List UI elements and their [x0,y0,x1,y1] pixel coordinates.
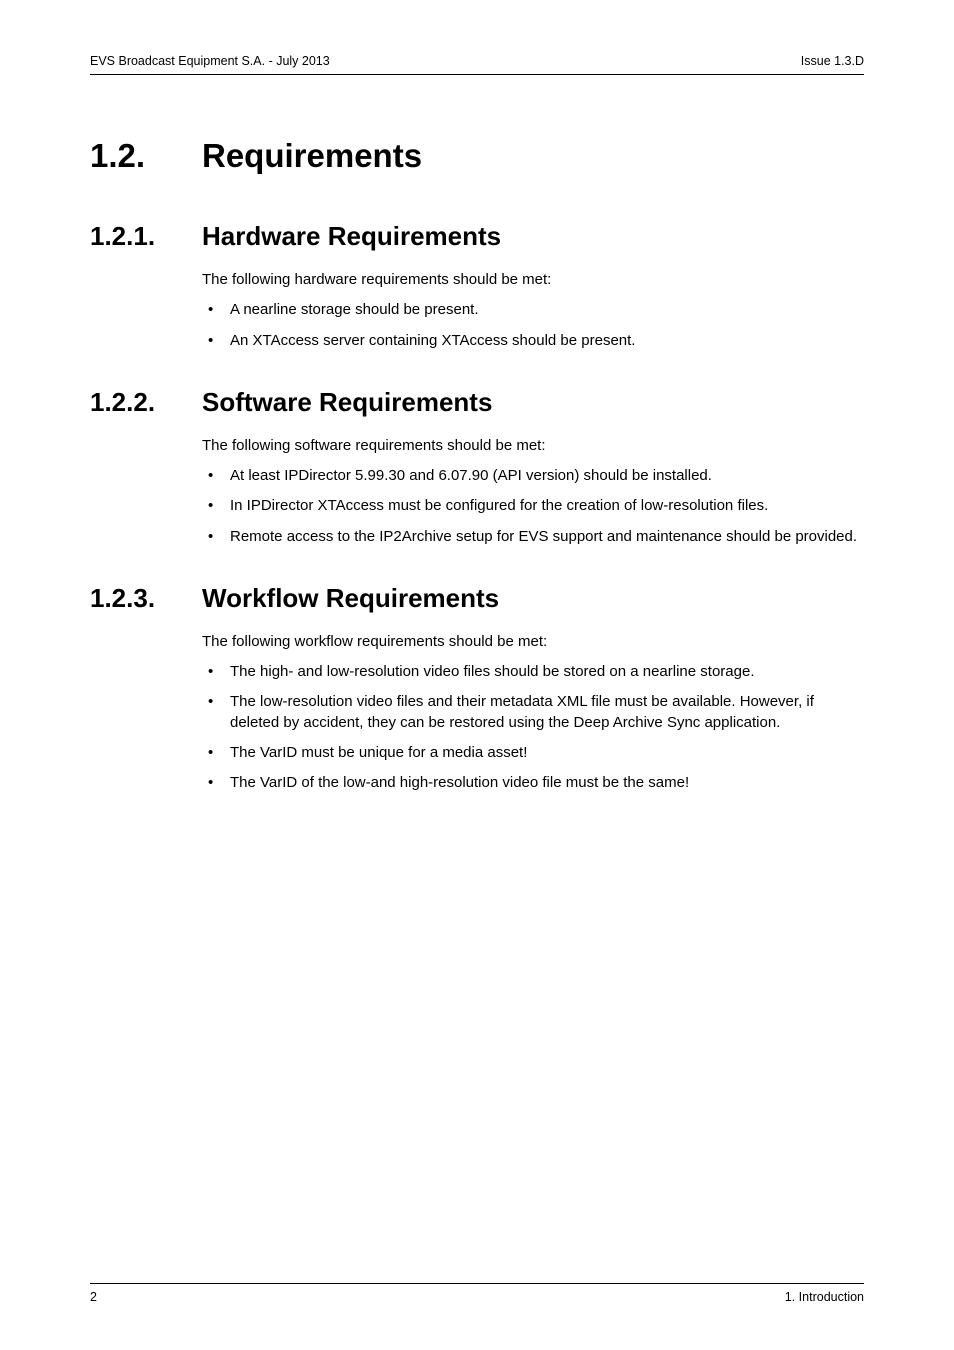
list-item: The VarID must be unique for a media ass… [202,743,864,763]
subsection-title: Hardware Requirements [202,221,501,252]
list-item: Remote access to the IP2Archive setup fo… [202,527,864,547]
bullet-list: At least IPDirector 5.99.30 and 6.07.90 … [202,466,864,547]
list-item: The high- and low-resolution video files… [202,662,864,682]
page-header: EVS Broadcast Equipment S.A. - July 2013… [90,54,864,75]
list-item: A nearline storage should be present. [202,300,864,320]
intro-text: The following software requirements shou… [202,436,864,456]
subsection-number: 1.2.2. [90,387,202,418]
subsection-heading: 1.2.2. Software Requirements [90,387,864,418]
footer-chapter: 1. Introduction [785,1290,864,1304]
subsection-body: The following hardware requirements shou… [202,270,864,351]
subsection-number: 1.2.3. [90,583,202,614]
page: EVS Broadcast Equipment S.A. - July 2013… [0,0,954,1350]
header-right: Issue 1.3.D [801,54,864,68]
section-title: Requirements [202,137,422,175]
subsection-number: 1.2.1. [90,221,202,252]
header-left: EVS Broadcast Equipment S.A. - July 2013 [90,54,330,68]
subsection-title: Software Requirements [202,387,492,418]
subsection-title: Workflow Requirements [202,583,499,614]
footer-page-number: 2 [90,1290,97,1304]
list-item: In IPDirector XTAccess must be configure… [202,496,864,516]
section-number: 1.2. [90,137,202,175]
subsection-body: The following workflow requirements shou… [202,632,864,794]
section-heading: 1.2. Requirements [90,137,864,175]
list-item: An XTAccess server containing XTAccess s… [202,331,864,351]
intro-text: The following hardware requirements shou… [202,270,864,290]
page-footer: 2 1. Introduction [90,1283,864,1304]
list-item: At least IPDirector 5.99.30 and 6.07.90 … [202,466,864,486]
list-item: The low-resolution video files and their… [202,692,864,733]
bullet-list: The high- and low-resolution video files… [202,662,864,793]
intro-text: The following workflow requirements shou… [202,632,864,652]
bullet-list: A nearline storage should be present. An… [202,300,864,351]
list-item: The VarID of the low-and high-resolution… [202,773,864,793]
subsection-heading: 1.2.1. Hardware Requirements [90,221,864,252]
subsection-heading: 1.2.3. Workflow Requirements [90,583,864,614]
subsection-body: The following software requirements shou… [202,436,864,547]
